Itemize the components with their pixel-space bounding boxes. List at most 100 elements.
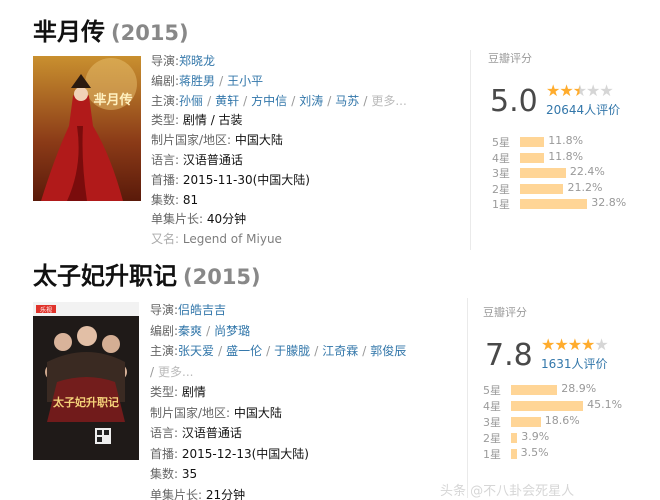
language-row: 语言: 汉语普通话 bbox=[150, 423, 406, 444]
movie-title-text[interactable]: 芈月传 bbox=[33, 18, 105, 46]
genre-value: 剧情 bbox=[181, 385, 206, 399]
movie-title-text[interactable]: 太子妃升职记 bbox=[33, 262, 177, 290]
separator: / bbox=[291, 93, 296, 108]
rating-bar bbox=[511, 449, 517, 459]
star-icon: ★ bbox=[559, 81, 573, 100]
star-level-label: 1星 bbox=[483, 448, 501, 461]
movie-info: 导演:侣皓吉吉 编剧:秦爽 / 尚梦璐 主演:张天爱 / 盛一伦 / 于朦胧 / 江奇霖 / 郭俊辰… bbox=[150, 300, 406, 500]
director-label: 导演: bbox=[151, 54, 180, 68]
star-level-label: 2星 bbox=[483, 432, 501, 445]
movie-entry: 太子妃升职记 (2015) 乐视 太子妃升职记 导演:侣皓吉吉 编剧:秦爽 / 尚梦 bbox=[0, 252, 660, 500]
episodes-value: 35 bbox=[181, 467, 198, 481]
cast-link[interactable]: 郭俊辰 bbox=[370, 344, 406, 358]
poster-logo: 乐视 bbox=[40, 306, 52, 314]
more-cast-link[interactable]: 更多... bbox=[158, 365, 193, 379]
poster-image[interactable]: 乐视 太子妃升职记 bbox=[33, 302, 139, 460]
poster-image[interactable]: 芈月传 bbox=[33, 56, 141, 201]
separator: / bbox=[362, 344, 367, 358]
runtime-value: 40分钟 bbox=[206, 212, 247, 227]
separator: / bbox=[219, 73, 224, 88]
more-cast-link[interactable]: 更多... bbox=[371, 94, 406, 108]
writer-row: 编剧:蒋胜男 / 王小平 bbox=[151, 72, 407, 92]
rating-count-link[interactable]: 1631人评价 bbox=[541, 355, 608, 372]
more-row: / 更多... bbox=[150, 362, 406, 383]
cast-row: 主演:张天爱 / 盛一伦 / 于朦胧 / 江奇霖 / 郭俊辰 bbox=[150, 341, 406, 362]
separator: / bbox=[266, 344, 271, 358]
separator: / bbox=[327, 93, 332, 108]
star-level-label: 3星 bbox=[492, 167, 510, 181]
rating-label: 豆瓣评分 bbox=[483, 306, 527, 319]
cast-link[interactable]: 黄轩 bbox=[215, 94, 239, 108]
director-link[interactable]: 郑晓龙 bbox=[179, 54, 215, 68]
runtime-label: 单集片长: bbox=[151, 212, 204, 227]
star-icon: ★ bbox=[554, 335, 568, 354]
rating-percent: 11.8% bbox=[548, 134, 584, 147]
rating-label: 豆瓣评分 bbox=[488, 52, 532, 65]
genre-value: 剧情 / 古装 bbox=[182, 113, 243, 128]
writer-link[interactable]: 尚梦璐 bbox=[214, 324, 250, 338]
rating-count-link[interactable]: 20644人评价 bbox=[546, 101, 620, 118]
movie-title[interactable]: 太子妃升职记 (2015) bbox=[33, 256, 261, 291]
cast-link[interactable]: 江奇霖 bbox=[322, 344, 358, 358]
star-level-label: 4星 bbox=[483, 400, 501, 413]
language-value: 汉语普通话 bbox=[181, 426, 242, 440]
runtime-row: 单集片长: 40分钟 bbox=[151, 210, 407, 230]
premiere-label: 首播: bbox=[151, 172, 180, 187]
separator: / bbox=[363, 93, 368, 108]
rating-percent: 18.6% bbox=[544, 414, 580, 427]
cast-link[interactable]: 马苏 bbox=[335, 94, 359, 108]
director-row: 导演:侣皓吉吉 bbox=[150, 300, 406, 321]
rating-bar bbox=[520, 152, 545, 163]
runtime-value: 21分钟 bbox=[205, 487, 246, 500]
cast-link[interactable]: 方中信 bbox=[251, 94, 287, 108]
language-row: 语言: 汉语普通话 bbox=[151, 151, 407, 171]
rating-bar bbox=[520, 137, 545, 147]
rating-percent: 3.5% bbox=[520, 446, 549, 459]
writer-link[interactable]: 蒋胜男 bbox=[179, 74, 215, 88]
rating-bar bbox=[511, 417, 541, 427]
premiere-row: 首播: 2015-11-30(中国大陆) bbox=[151, 171, 407, 191]
rating-percent: 3.9% bbox=[521, 430, 550, 443]
aka-row: 又名: Legend of Miyue bbox=[151, 230, 407, 250]
cast-link[interactable]: 于朦胧 bbox=[274, 344, 310, 358]
rating-bar bbox=[520, 168, 566, 179]
cast-link[interactable]: 刘涛 bbox=[299, 94, 323, 108]
cast-link[interactable]: 孙俪 bbox=[179, 94, 203, 108]
writer-link[interactable]: 王小平 bbox=[227, 74, 263, 88]
cast-link[interactable]: 盛一伦 bbox=[226, 344, 262, 358]
director-row: 导演:郑晓龙 bbox=[151, 52, 407, 72]
separator: / bbox=[206, 323, 211, 338]
star-icon: ★ bbox=[541, 335, 555, 354]
star-icon: ★ bbox=[567, 335, 582, 354]
episodes-row: 集数: 81 bbox=[151, 191, 407, 211]
writer-label: 编剧: bbox=[150, 323, 179, 338]
star-icon: ★ bbox=[572, 81, 587, 100]
movie-title[interactable]: 芈月传 (2015) bbox=[33, 12, 189, 47]
star-level-label: 2星 bbox=[492, 182, 510, 196]
star-icon: ★ bbox=[581, 335, 595, 354]
runtime-row: 单集片长: 21分钟 bbox=[150, 485, 406, 500]
country-row: 制片国家/地区: 中国大陆 bbox=[151, 131, 407, 151]
genre-label: 类型: bbox=[150, 385, 179, 399]
director-link[interactable]: 侣皓吉吉 bbox=[178, 303, 226, 317]
aka-label: 又名: bbox=[151, 232, 180, 247]
rating-score: 7.8 bbox=[485, 338, 533, 373]
director-label: 导演: bbox=[150, 303, 179, 317]
premiere-value: 2015-11-30(中国大陆) bbox=[182, 172, 310, 187]
rating-stars: ★★★★★ bbox=[541, 335, 609, 354]
premiere-value: 2015-12-13(中国大陆) bbox=[181, 446, 309, 461]
star-icon: ★ bbox=[586, 81, 600, 100]
movie-info: 导演:郑晓龙 编剧:蒋胜男 / 王小平 主演:孙俪 / 黄轩 / 方中信 / 刘涛 / 马苏 / 更多.… bbox=[151, 52, 407, 250]
rating-stars: ★★★★★ bbox=[546, 81, 614, 100]
rating-bar bbox=[520, 183, 564, 194]
genre-row: 类型: 剧情 bbox=[150, 382, 406, 403]
star-icon: ★ bbox=[594, 335, 608, 354]
country-row: 制片国家/地区: 中国大陆 bbox=[150, 403, 406, 424]
writer-label: 编剧: bbox=[151, 73, 180, 88]
star-level-label: 1星 bbox=[492, 198, 510, 212]
cast-link[interactable]: 张天爱 bbox=[178, 344, 214, 358]
writer-link[interactable]: 秦爽 bbox=[178, 324, 202, 338]
episodes-label: 集数: bbox=[151, 192, 180, 207]
divider bbox=[470, 50, 471, 250]
premiere-label: 首播: bbox=[150, 446, 179, 461]
